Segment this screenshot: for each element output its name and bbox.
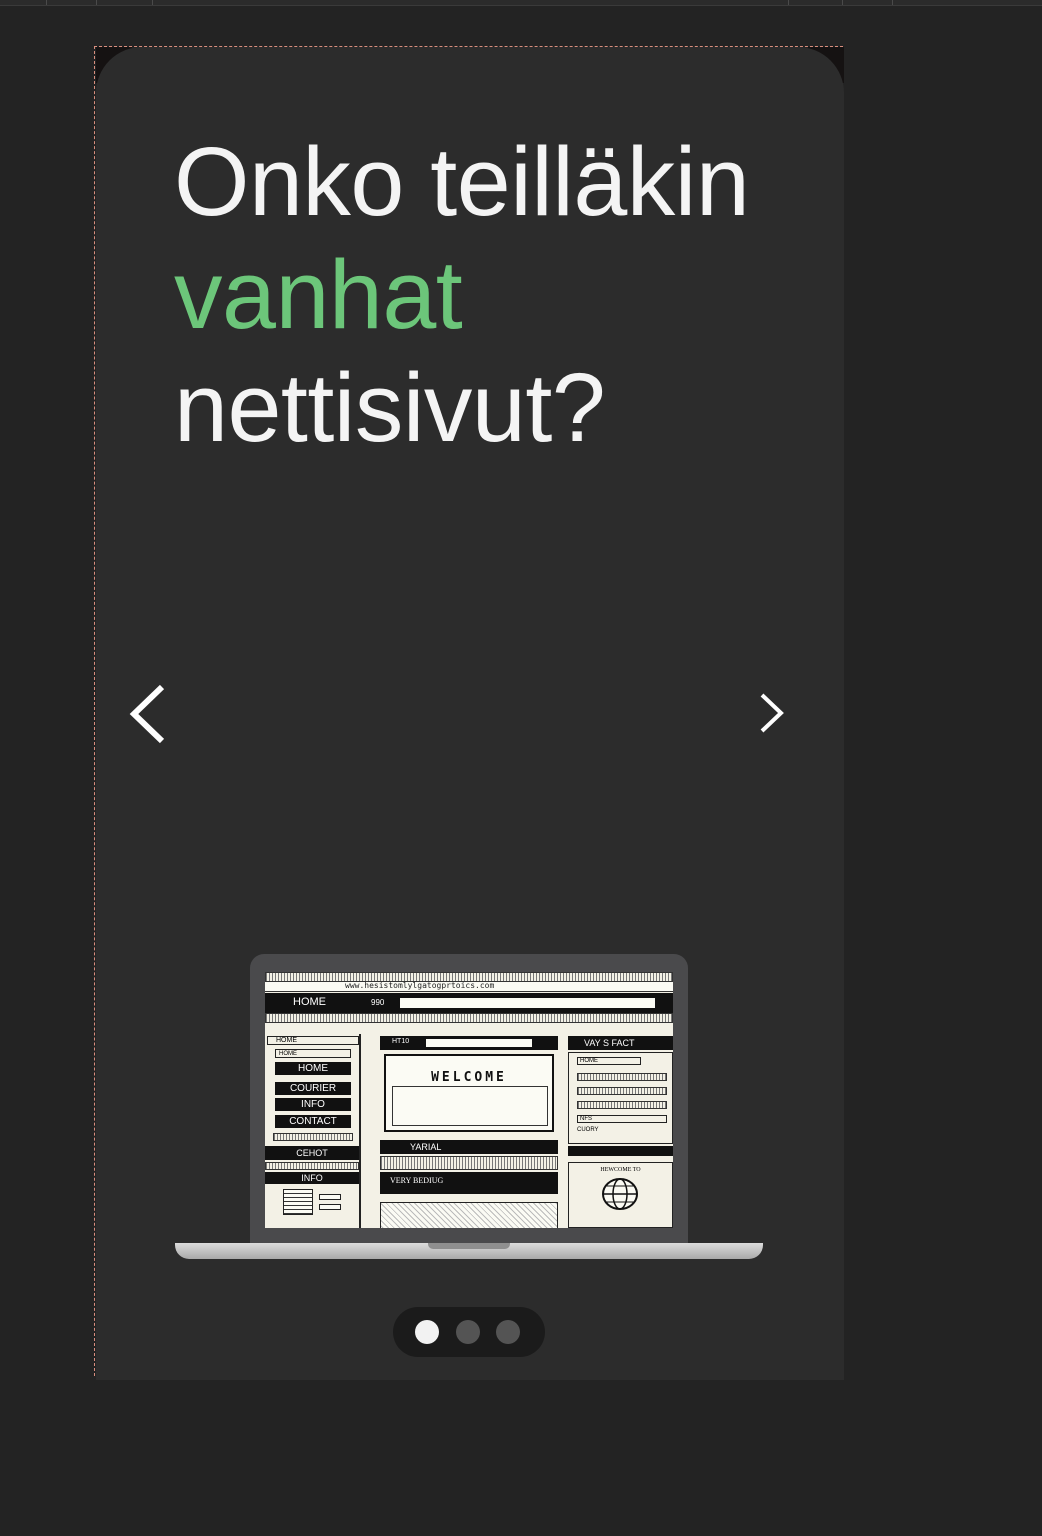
top-toolbar-edge: [0, 0, 1042, 6]
layout-guide-outline: [94, 46, 843, 1376]
